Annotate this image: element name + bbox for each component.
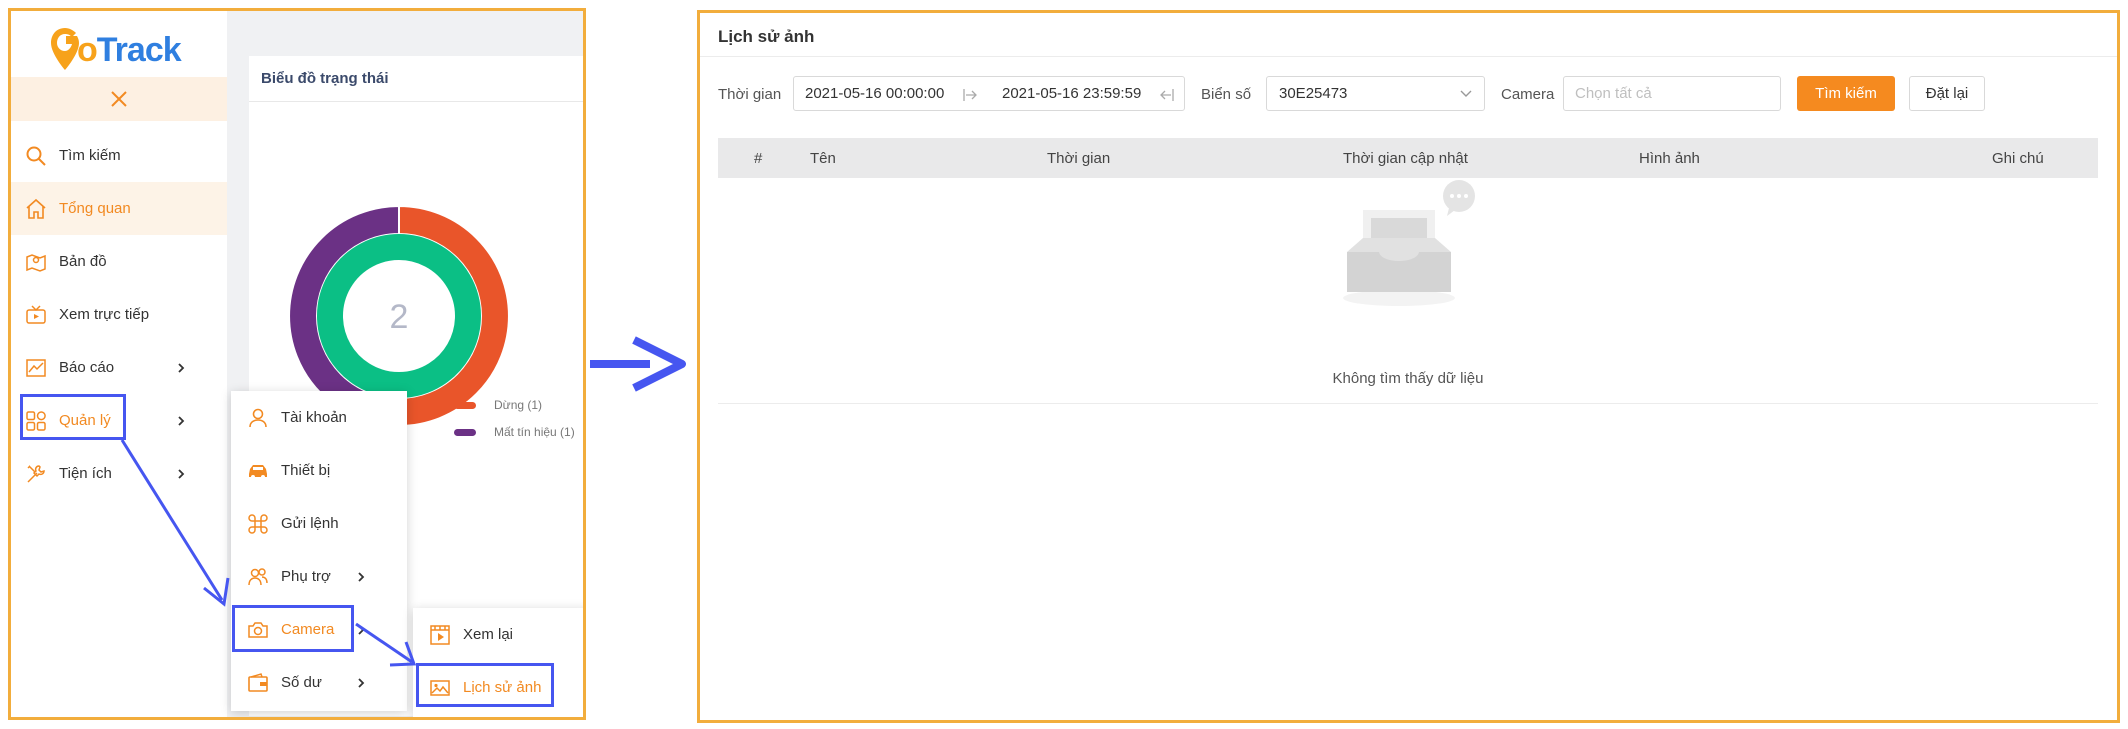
range-start-arrow-icon [963, 89, 977, 101]
sidebar-item-reports[interactable]: Báo cáo [11, 341, 227, 394]
photo-history-page: Lịch sử ảnh Thời gian 2021-05-16 00:00:0… [697, 10, 2120, 723]
submenu-item-playback[interactable]: Xem lại [413, 608, 583, 661]
submenu-item-send-command[interactable]: Gửi lệnh [231, 497, 407, 550]
table-header: # Tên Thời gian Thời gian cập nhật Hình … [718, 138, 2098, 178]
image-icon [430, 679, 450, 696]
column-header-note[interactable]: Ghi chú [1992, 150, 2044, 167]
app-screenshot-left: oTrack Tìm kiếm Tổng quan Bản đồ Xem trự… [8, 8, 586, 720]
submenu-item-photo-history[interactable]: Lịch sử ảnh [413, 661, 583, 714]
plate-filter-label: Biển số [1201, 86, 1252, 103]
table-body: Không tìm thấy dữ liệu [718, 178, 2098, 404]
management-submenu: Tài khoản Thiết bị Gửi lệnh Phụ trợ Came… [231, 391, 407, 711]
camera-filter-label: Camera [1501, 86, 1555, 103]
sidebar-item-management[interactable]: Quản lý [11, 394, 227, 447]
sidebar-item-label: Báo cáo [59, 359, 115, 376]
sidebar-item-overview[interactable]: Tổng quan [11, 182, 227, 235]
command-icon [248, 513, 268, 534]
camera-icon [248, 621, 268, 638]
sidebar-item-map[interactable]: Bản đồ [11, 235, 227, 288]
tools-icon [27, 464, 45, 483]
start-time-input[interactable]: 2021-05-16 00:00:00 [805, 85, 944, 102]
sidebar-item-label: Xem trực tiếp [59, 306, 150, 323]
submenu-item-device[interactable]: Thiết bị [231, 444, 407, 497]
card-divider [249, 101, 583, 102]
legend-item[interactable]: Dừng (1) [454, 398, 542, 412]
submenu-item-label: Lịch sử ảnh [463, 679, 542, 696]
column-header-time[interactable]: Thời gian [1047, 150, 1110, 167]
chevron-right-icon [178, 415, 185, 426]
user-icon [249, 408, 267, 427]
car-icon [249, 464, 267, 479]
submenu-item-label: Tài khoản [281, 409, 347, 426]
title-divider [700, 56, 2117, 57]
chevron-right-icon [358, 677, 365, 688]
column-header-index[interactable]: # [754, 150, 762, 167]
tv-icon [26, 304, 46, 324]
search-button[interactable]: Tìm kiếm [1797, 76, 1895, 111]
sidebar-item-label: Tiện ích [59, 465, 112, 482]
column-header-updated-time[interactable]: Thời gian cập nhật [1343, 150, 1468, 167]
sidebar-item-utilities[interactable]: Tiện ích [11, 447, 227, 500]
end-time-input[interactable]: 2021-05-16 23:59:59 [1002, 85, 1141, 102]
submenu-item-auxiliary[interactable]: Phụ trợ [231, 550, 407, 603]
plate-select[interactable]: 30E25473 [1266, 76, 1485, 111]
home-icon [26, 198, 46, 219]
submenu-item-label: Camera [281, 621, 335, 638]
sidebar-item-live-view[interactable]: Xem trực tiếp [11, 288, 227, 341]
sidebar-item-label: Tổng quan [59, 200, 131, 217]
submenu-item-label: Xem lại [463, 626, 514, 643]
sidebar-item-label: Bản đồ [59, 253, 107, 270]
column-header-name[interactable]: Tên [810, 150, 836, 167]
sidebar-item-search[interactable]: Tìm kiếm [11, 129, 227, 182]
plate-select-value: 30E25473 [1279, 85, 1348, 102]
gotrack-logo[interactable]: oTrack [49, 25, 182, 75]
collapse-sidebar-button[interactable] [11, 77, 227, 121]
legend-label: Dừng (1) [494, 398, 543, 412]
camera-submenu: Xem lại Lịch sử ảnh [413, 608, 583, 717]
sidebar-item-label: Quản lý [59, 412, 111, 429]
apps-icon [26, 410, 46, 431]
search-icon [26, 146, 46, 166]
chart-icon [26, 358, 46, 377]
logo-o: o [77, 30, 98, 69]
submenu-item-label: Thiết bị [281, 462, 331, 479]
date-range-picker[interactable]: 2021-05-16 00:00:00 2021-05-16 23:59:59 [793, 76, 1185, 111]
range-end-arrow-icon [1160, 89, 1174, 101]
users-icon [248, 567, 268, 585]
close-icon [111, 91, 127, 107]
legend-label: Mất tín hiệu (1) [494, 425, 575, 439]
column-header-image[interactable]: Hình ảnh [1639, 150, 1700, 167]
legend-swatch [454, 428, 476, 436]
logo-track: Track [96, 30, 182, 69]
chart-center-label: 2 [390, 298, 409, 336]
map-icon [26, 253, 46, 272]
time-filter-label: Thời gian [718, 86, 782, 103]
empty-inbox-icon [1343, 180, 1475, 306]
chevron-down-icon [1460, 90, 1472, 97]
sidebar: oTrack Tìm kiếm Tổng quan Bản đồ Xem trự… [11, 11, 227, 717]
submenu-item-camera[interactable]: Camera [231, 603, 407, 656]
wallet-icon [248, 672, 268, 692]
reset-button[interactable]: Đặt lại [1909, 76, 1985, 111]
page-title: Lịch sử ảnh [718, 27, 815, 46]
legend-item[interactable]: Mất tín hiệu (1) [454, 425, 575, 439]
sidebar-item-label: Tìm kiếm [59, 147, 121, 164]
chevron-right-icon [178, 468, 185, 479]
arrow-head-result-page [632, 336, 686, 392]
submenu-item-label: Số dư [281, 674, 322, 691]
submenu-item-balance[interactable]: Số dư [231, 656, 407, 709]
sidebar-nav: Tìm kiếm Tổng quan Bản đồ Xem trực tiếp … [11, 129, 227, 500]
chevron-right-icon [358, 571, 365, 582]
chart-title: Biểu đồ trạng thái [261, 70, 389, 87]
chevron-right-icon [178, 362, 185, 373]
empty-state-text: Không tìm thấy dữ liệu [1332, 370, 1484, 387]
submenu-item-label: Gửi lệnh [281, 515, 339, 532]
submenu-item-label: Phụ trợ [281, 568, 331, 585]
submenu-item-account[interactable]: Tài khoản [231, 391, 407, 444]
camera-select-input[interactable] [1563, 76, 1781, 111]
chevron-right-icon [358, 624, 365, 635]
legend-swatch [454, 401, 476, 409]
video-playback-icon [430, 624, 450, 645]
